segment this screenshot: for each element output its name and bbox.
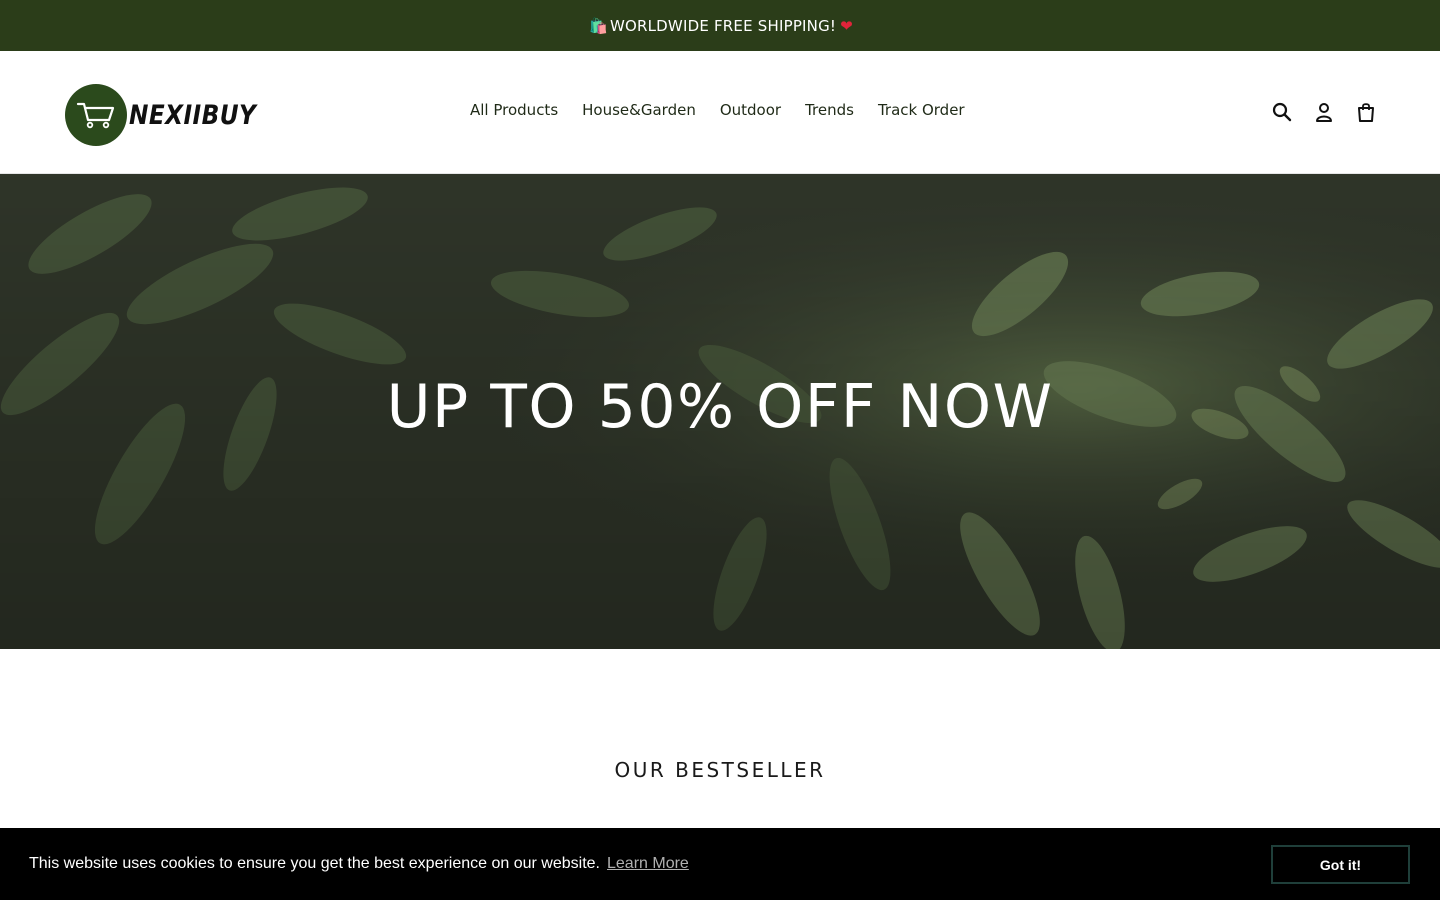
cart-logo-icon bbox=[65, 84, 127, 146]
announcement-bar: 🛍️ WORLDWIDE FREE SHIPPING! ❤ bbox=[0, 0, 1440, 51]
cart-icon[interactable] bbox=[1354, 100, 1378, 124]
hero-banner[interactable]: UP TO 50% OFF NOW bbox=[0, 174, 1440, 649]
announcement-text: WORLDWIDE FREE SHIPPING! bbox=[609, 16, 837, 35]
cookie-banner: This website uses cookies to ensure you … bbox=[0, 828, 1440, 900]
nav-track-order[interactable]: Track Order bbox=[878, 101, 965, 119]
learn-more-link[interactable]: Learn More bbox=[607, 855, 689, 873]
main-nav: All Products House&Garden Outdoor Trends… bbox=[470, 101, 989, 119]
hero-title: UP TO 50% OFF NOW bbox=[386, 371, 1054, 442]
section-title: OUR BESTSELLER bbox=[614, 758, 826, 782]
nav-all-products[interactable]: All Products bbox=[470, 101, 558, 119]
logo[interactable]: NEXIIBUY bbox=[65, 84, 277, 146]
shopping-bags-icon: 🛍️ bbox=[589, 16, 608, 35]
accept-cookies-button[interactable]: Got it! bbox=[1271, 845, 1410, 884]
account-icon[interactable] bbox=[1312, 100, 1336, 124]
logo-text: NEXIIBUY bbox=[129, 99, 257, 131]
search-icon[interactable] bbox=[1270, 100, 1294, 124]
nav-outdoor[interactable]: Outdoor bbox=[720, 101, 781, 119]
header-icons bbox=[1270, 100, 1378, 124]
heart-icon: ❤ bbox=[840, 16, 853, 35]
cookie-message: This website uses cookies to ensure you … bbox=[29, 855, 600, 872]
nav-house-garden[interactable]: House&Garden bbox=[582, 101, 696, 119]
site-header: NEXIIBUY All Products House&Garden Outdo… bbox=[0, 51, 1440, 174]
nav-trends[interactable]: Trends bbox=[805, 101, 854, 119]
